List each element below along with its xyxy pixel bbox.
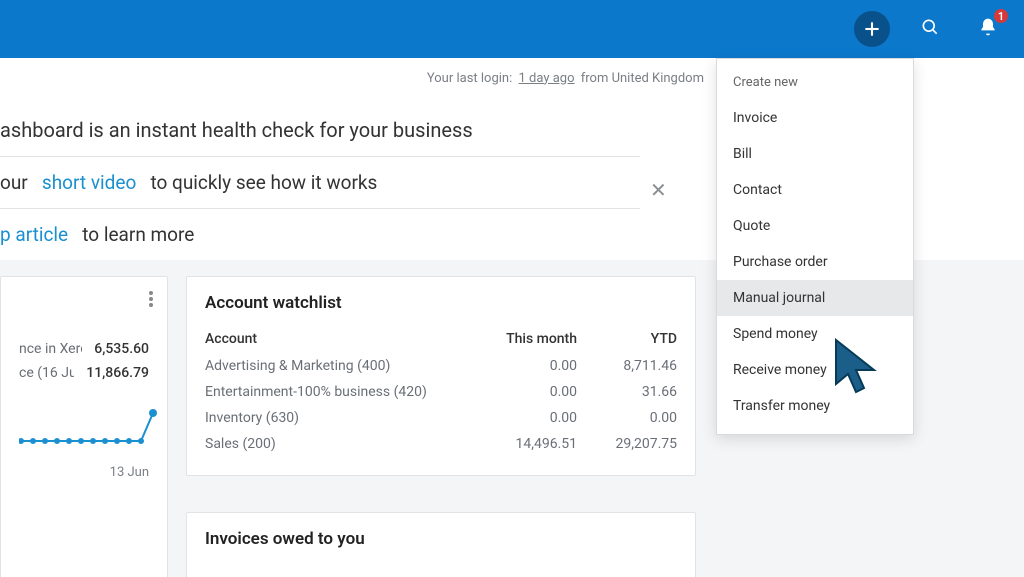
balance-label: ce (16 Jun): [19, 365, 74, 381]
watchlist-title: Account watchlist: [205, 293, 677, 313]
dropdown-item-quote[interactable]: Quote: [717, 208, 913, 244]
dropdown-header: Create new: [717, 65, 913, 100]
cell-ytd: 29,207.75: [577, 436, 677, 452]
dropdown-item-invoice[interactable]: Invoice: [717, 100, 913, 136]
search-button[interactable]: [912, 11, 948, 47]
notification-badge: 1: [992, 7, 1010, 25]
watchlist-header-row: Account This month YTD: [205, 331, 677, 353]
top-nav: 1: [0, 0, 1024, 58]
balance-row: ce (16 Jun) 11,866.79: [19, 361, 149, 385]
account-watchlist-card: Account watchlist Account This month YTD…: [186, 276, 696, 476]
cell-account: Sales (200): [205, 436, 477, 452]
cell-account: Entertainment-100% business (420): [205, 384, 477, 400]
kebab-icon: [149, 292, 153, 311]
welcome-line2-after: to quickly see how it works: [150, 171, 377, 194]
dropdown-item-bill[interactable]: Bill: [717, 136, 913, 172]
cell-account: Advertising & Marketing (400): [205, 358, 477, 374]
balance-value: 6,535.60: [94, 341, 149, 357]
welcome-line3-after: to learn more: [82, 223, 194, 246]
notifications-button[interactable]: 1: [970, 11, 1006, 47]
cell-ytd: 31.66: [577, 384, 677, 400]
create-new-dropdown: Create new Invoice Bill Contact Quote Pu…: [716, 58, 914, 435]
sparkline-axis-date: 13 Jun: [19, 465, 149, 480]
welcome-line-1: ashboard is an instant health check for …: [0, 118, 473, 142]
invoices-owed-card: Invoices owed to you: [186, 512, 696, 577]
col-this-month: This month: [477, 331, 577, 347]
sparkline-chart: 13 Jun: [19, 407, 149, 480]
table-row[interactable]: Inventory (630) 0.00 0.00: [205, 405, 677, 431]
table-row[interactable]: Entertainment-100% business (420) 0.00 3…: [205, 379, 677, 405]
cell-month: 0.00: [477, 384, 577, 400]
close-icon[interactable]: ✕: [650, 178, 667, 202]
balance-card: nce in Xero 6,535.60 ce (16 Jun) 11,866.…: [0, 276, 168, 577]
plus-icon: [854, 11, 890, 47]
dropdown-item-receive-money[interactable]: Receive money: [717, 352, 913, 388]
table-row[interactable]: Sales (200) 14,496.51 29,207.75: [205, 431, 677, 457]
dropdown-item-purchase-order[interactable]: Purchase order: [717, 244, 913, 280]
dropdown-item-manual-journal[interactable]: Manual journal: [717, 280, 913, 316]
login-prefix: Your last login:: [427, 71, 512, 86]
col-ytd: YTD: [577, 331, 677, 347]
balance-label: nce in Xero: [19, 341, 82, 357]
short-video-link[interactable]: short video: [42, 171, 136, 194]
dropdown-item-contact[interactable]: Contact: [717, 172, 913, 208]
balance-row: nce in Xero 6,535.60: [19, 337, 149, 361]
login-when[interactable]: 1 day ago: [519, 71, 575, 86]
dropdown-item-spend-money[interactable]: Spend money: [717, 316, 913, 352]
invoices-owed-title: Invoices owed to you: [205, 529, 677, 549]
cell-month: 0.00: [477, 358, 577, 374]
dropdown-item-transfer-money[interactable]: Transfer money: [717, 388, 913, 424]
welcome-line2-before: our: [0, 171, 28, 194]
table-row[interactable]: Advertising & Marketing (400) 0.00 8,711…: [205, 353, 677, 379]
balance-value: 11,866.79: [86, 365, 149, 381]
cell-month: 14,496.51: [477, 436, 577, 452]
cell-month: 0.00: [477, 410, 577, 426]
cell-ytd: 8,711.46: [577, 358, 677, 374]
help-article-link[interactable]: p article: [0, 223, 68, 246]
login-suffix: from United Kingdom: [581, 71, 704, 86]
search-icon: [920, 17, 940, 41]
cell-ytd: 0.00: [577, 410, 677, 426]
create-new-button[interactable]: [854, 11, 890, 47]
cell-account: Inventory (630): [205, 410, 477, 426]
card-menu-button[interactable]: [149, 291, 153, 311]
col-account: Account: [205, 331, 477, 347]
